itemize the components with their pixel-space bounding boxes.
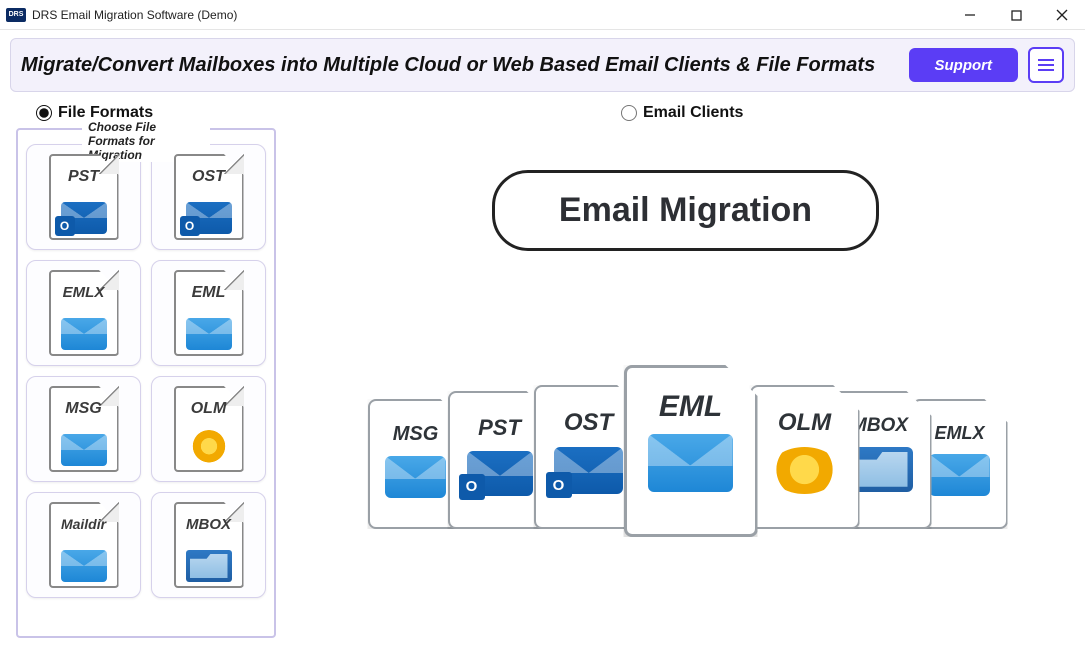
carousel-card-eml: EML [624, 365, 758, 537]
carousel-label: OLM [778, 409, 831, 437]
file-icon: Maildir [49, 502, 119, 588]
radio-email-clients-label: Email Clients [643, 104, 743, 122]
file-icon: MBOX [174, 502, 244, 588]
window-title: DRS Email Migration Software (Demo) [32, 8, 237, 22]
format-carousel: MSG PST O OST O EML OLM MBOX [356, 341, 1016, 541]
carousel-label: PST [478, 415, 521, 441]
carousel-label: OST [564, 409, 613, 437]
format-label: EML [174, 284, 244, 302]
header-bar: Migrate/Convert Mailboxes into Multiple … [10, 38, 1075, 92]
olm-ring-icon [770, 447, 840, 494]
format-tile-maildir[interactable]: Maildir [26, 492, 141, 598]
file-icon: MSG [49, 386, 119, 472]
outlook-envelope-icon: O [554, 447, 624, 494]
envelope-icon [648, 434, 732, 492]
mbox-folder-icon [186, 550, 232, 582]
carousel-label: EMLX [934, 423, 984, 444]
radio-email-clients-input[interactable] [621, 105, 637, 121]
format-label: MBOX [174, 516, 244, 533]
hamburger-icon [1038, 59, 1054, 61]
format-tile-emlx[interactable]: EMLX [26, 260, 141, 366]
app-logo: DRS [6, 8, 26, 22]
titlebar: DRS DRS Email Migration Software (Demo) [0, 0, 1085, 30]
support-button[interactable]: Support [909, 48, 1019, 82]
formats-grid: PST O OST O EMLX [26, 144, 266, 598]
format-label: MSG [49, 400, 119, 418]
email-migration-banner: Email Migration [492, 170, 879, 251]
hero-pane: Email Migration MSG PST O OST O EML OLM [296, 128, 1075, 638]
minimize-button[interactable] [947, 0, 993, 30]
format-tile-msg[interactable]: MSG [26, 376, 141, 482]
carousel-label: MBOX [851, 415, 908, 437]
outlook-envelope-icon: O [61, 202, 107, 234]
file-icon: EMLX [49, 270, 119, 356]
format-label: Maildir [49, 516, 119, 532]
carousel-label: EML [659, 390, 722, 424]
format-label: EMLX [49, 284, 119, 301]
envelope-icon [186, 318, 232, 350]
envelope-icon [61, 318, 107, 350]
header-title: Migrate/Convert Mailboxes into Multiple … [21, 54, 909, 77]
menu-button[interactable] [1028, 47, 1064, 83]
outlook-envelope-icon: O [186, 202, 232, 234]
carousel-card-olm: OLM [750, 385, 860, 529]
formats-panel: Choose File Formats for Migration PST O … [16, 128, 276, 638]
file-icon: OST O [174, 154, 244, 240]
format-label: OST [174, 168, 244, 186]
envelope-icon [929, 454, 990, 496]
envelope-icon [385, 456, 446, 498]
radio-file-formats-input[interactable] [36, 105, 52, 121]
carousel-label: MSG [393, 423, 439, 446]
file-icon: OLM [174, 386, 244, 472]
format-tile-eml[interactable]: EML [151, 260, 266, 366]
file-icon: PST O [49, 154, 119, 240]
envelope-icon [61, 550, 107, 582]
format-tile-olm[interactable]: OLM [151, 376, 266, 482]
format-tile-mbox[interactable]: MBOX [151, 492, 266, 598]
close-button[interactable] [1039, 0, 1085, 30]
radio-email-clients[interactable]: Email Clients [621, 104, 743, 122]
maximize-button[interactable] [993, 0, 1039, 30]
olm-ring-icon [191, 430, 227, 466]
file-icon: EML [174, 270, 244, 356]
envelope-icon [61, 434, 107, 466]
outlook-envelope-icon: O [467, 451, 533, 496]
format-label: OLM [174, 400, 244, 418]
format-label: PST [49, 168, 119, 186]
